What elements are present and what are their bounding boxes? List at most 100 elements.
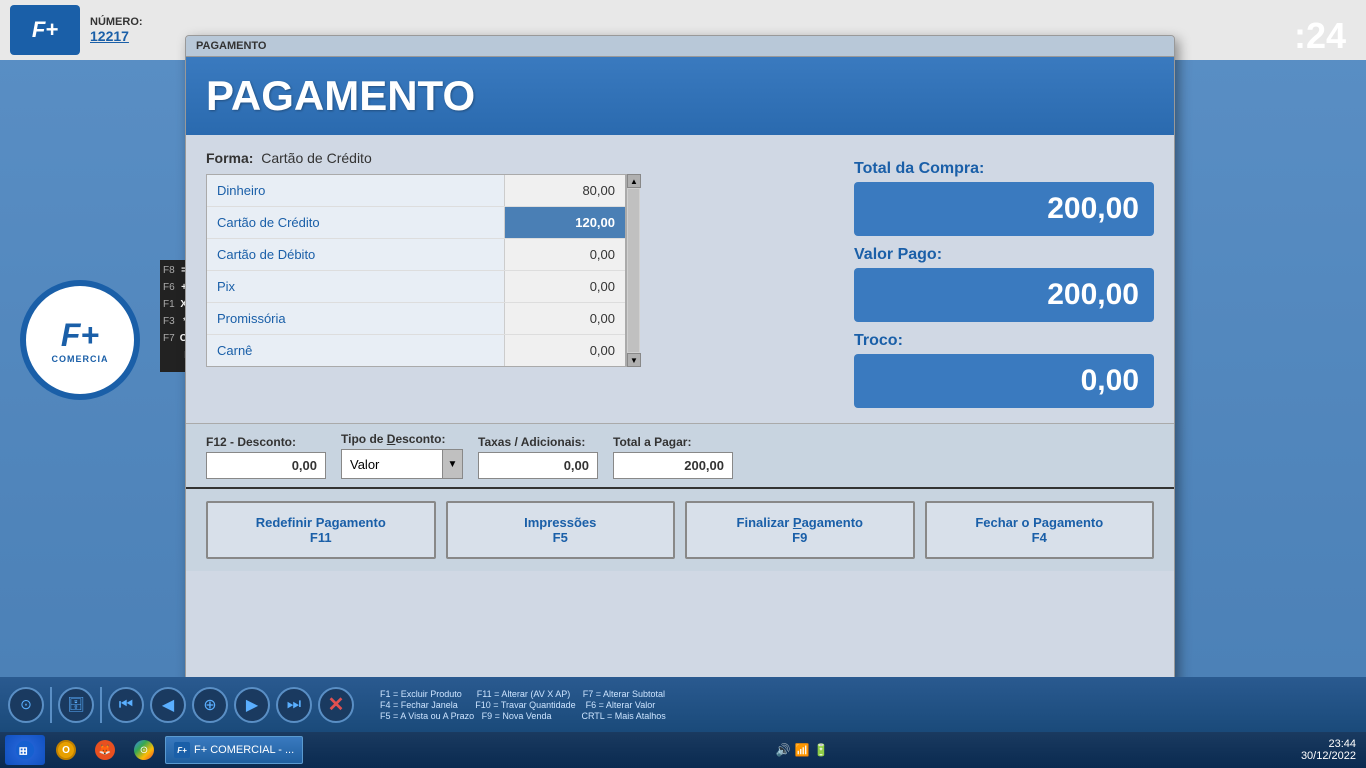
payment-row-cartao-credito[interactable]: Cartão de Crédito 120,00 [207,207,625,239]
select-arrow-icon[interactable]: ▼ [442,450,462,478]
payment-row-dinheiro[interactable]: Dinheiro 80,00 [207,175,625,207]
valor-pago-value: 200,00 [1047,278,1139,311]
shortcut-f8: F8 = [163,265,187,276]
tipo-desconto-label: Tipo de Desconto: [341,432,463,446]
network-icon[interactable]: 📶 [795,743,810,757]
svg-text:⊞: ⊞ [19,746,28,758]
payment-left-panel: Forma: Cartão de Crédito Dinheiro 80,00 … [206,150,834,408]
payment-name-promissoria: Promissória [207,303,505,334]
bottom-fields: F12 - Desconto: Tipo de Desconto: Valor … [186,423,1174,487]
shortcut-line-2: F4 = Fechar Janela F10 = Travar Quantida… [380,700,666,710]
payment-table: Dinheiro 80,00 Cartão de Crédito 120,00 … [206,174,626,367]
shortcut-f1: F1 X [163,299,187,310]
troco-box: 0,00 [854,354,1154,408]
scrollbar-thumb[interactable] [628,189,639,352]
modal-body: Forma: Cartão de Crédito Dinheiro 80,00 … [186,135,1174,423]
finalizar-payment-button[interactable]: Finalizar PagamentoF9 [685,501,915,559]
tipo-desconto-select-wrapper[interactable]: Valor Percentual ▼ [341,449,463,479]
payment-right-panel: Total da Compra: 200,00 Valor Pago: 200,… [854,150,1154,408]
payment-methods-list: Dinheiro 80,00 Cartão de Crédito 120,00 … [207,175,625,366]
shortcut-line-1: F1 = Excluir Produto F11 = Alterar (AV X… [380,689,666,699]
windows-taskbar: ⊞ O 🦊 ⊙ F+ F+ COMERCIAL - ... 🔊 📶 🔋 23:4… [0,732,1366,768]
payment-modal: PAGAMENTO PAGAMENTO Forma: Cartão de Cré… [185,35,1175,685]
desconto-field-group: F12 - Desconto: [206,435,326,479]
fplus-taskbar-button[interactable]: F+ F+ COMERCIAL - ... [165,736,303,764]
total-pagar-field-group: Total a Pagar: [613,435,733,479]
total-pagar-input[interactable] [613,452,733,479]
payment-value-dinheiro: 80,00 [505,175,625,206]
payment-name-pix: Pix [207,271,505,302]
battery-icon[interactable]: 🔋 [814,743,829,757]
fechar-payment-button[interactable]: Fechar o PagamentoF4 [925,501,1155,559]
total-compra-box: 200,00 [854,182,1154,236]
shortcut-f6: F6 + [163,282,187,293]
modal-header: PAGAMENTO [186,57,1174,135]
taskbar-first-btn[interactable]: ⏮ [108,687,144,723]
taskbar-ie-icon[interactable]: O [48,736,84,764]
payment-value-pix: 0,00 [505,271,625,302]
total-compra-section: Total da Compra: 200,00 [854,160,1154,236]
payment-list-container: Dinheiro 80,00 Cartão de Crédito 120,00 … [206,174,834,367]
fplus-circle: F+ COMERCIA [20,280,140,400]
valor-pago-label: Valor Pago: [854,246,1154,264]
win-time: 23:44 [1301,738,1356,750]
payment-name-carne: Carnê [207,335,505,366]
payment-row-promissoria[interactable]: Promissória 0,00 [207,303,625,335]
taskbar-shortcuts-panel: F1 = Excluir Produto F11 = Alterar (AV X… [380,689,666,721]
taxas-label: Taxas / Adicionais: [478,435,598,449]
troco-label: Troco: [854,332,1154,350]
taskbar-prev-btn[interactable]: ◀ [150,687,186,723]
win-date: 30/12/2022 [1301,750,1356,762]
total-compra-label: Total da Compra: [854,160,1154,178]
taskbar-ff-icon[interactable]: 🦊 [87,736,123,764]
desconto-label: F12 - Desconto: [206,435,326,449]
fplus-logo: F+ [61,317,99,354]
payment-value-carne: 0,00 [505,335,625,366]
taskbar-add-btn[interactable]: ⊕ [192,687,228,723]
shortcut-bar: I [163,350,187,361]
fplus-taskbar-label: F+ COMERCIAL - ... [194,744,294,756]
tipo-desconto-field-group: Tipo de Desconto: Valor Percentual ▼ [341,432,463,479]
scrollbar-track[interactable]: ▲ ▼ [626,174,640,367]
taskbar-close-btn[interactable]: ✕ [318,687,354,723]
payment-name-dinheiro: Dinheiro [207,175,505,206]
shortcut-line-3: F5 = A Vista ou A Prazo F9 = Nova Venda … [380,711,666,721]
start-button[interactable]: ⊞ [5,735,45,765]
tipo-desconto-select[interactable]: Valor Percentual [342,452,442,477]
action-buttons-bar: Redefinir PagamentoF11 ImpressõesF5 Fina… [186,487,1174,571]
desconto-input[interactable] [206,452,326,479]
taxas-input[interactable] [478,452,598,479]
payment-value-cartao-debito: 0,00 [505,239,625,270]
valor-pago-section: Valor Pago: 200,00 [854,246,1154,322]
payment-value-promissoria: 0,00 [505,303,625,334]
scroll-up-button[interactable]: ▲ [627,174,641,188]
impressoes-button[interactable]: ImpressõesF5 [446,501,676,559]
taskbar-disc-icon[interactable]: ⊙ [8,687,44,723]
total-compra-value: 200,00 [1047,192,1139,225]
windows-clock: 23:44 30/12/2022 [1301,738,1361,762]
taskbar-last-btn[interactable]: ⏭ [276,687,312,723]
modal-titlebar: PAGAMENTO [186,36,1174,57]
comercial-label: COMERCIA [52,354,109,364]
payment-row-carne[interactable]: Carnê 0,00 [207,335,625,366]
numero-label: NÚMERO: [90,16,1356,28]
payment-name-cartao-debito: Cartão de Débito [207,239,505,270]
taskbar-db-icon[interactable]: 🗄 [58,687,94,723]
payment-row-cartao-debito[interactable]: Cartão de Débito 0,00 [207,239,625,271]
valor-pago-box: 200,00 [854,268,1154,322]
payment-value-cartao-credito: 120,00 [505,207,625,238]
troco-section: Troco: 0,00 [854,332,1154,408]
taskbar-next-btn[interactable]: ▶ [234,687,270,723]
payment-row-pix[interactable]: Pix 0,00 [207,271,625,303]
scroll-down-button[interactable]: ▼ [627,353,641,367]
taskbar-sep2 [100,687,102,723]
shortcut-f7: F7 C [163,333,187,344]
total-pagar-label: Total a Pagar: [613,435,733,449]
taskbar-chrome-icon[interactable]: ⊙ [126,736,162,764]
modal-title: PAGAMENTO [206,72,475,120]
taskbar-sep1 [50,687,52,723]
shortcut-f3: F3 * [163,316,187,327]
sys-tray: 🔊 📶 🔋 [776,743,829,757]
redefinir-payment-button[interactable]: Redefinir PagamentoF11 [206,501,436,559]
volume-icon[interactable]: 🔊 [776,743,791,757]
